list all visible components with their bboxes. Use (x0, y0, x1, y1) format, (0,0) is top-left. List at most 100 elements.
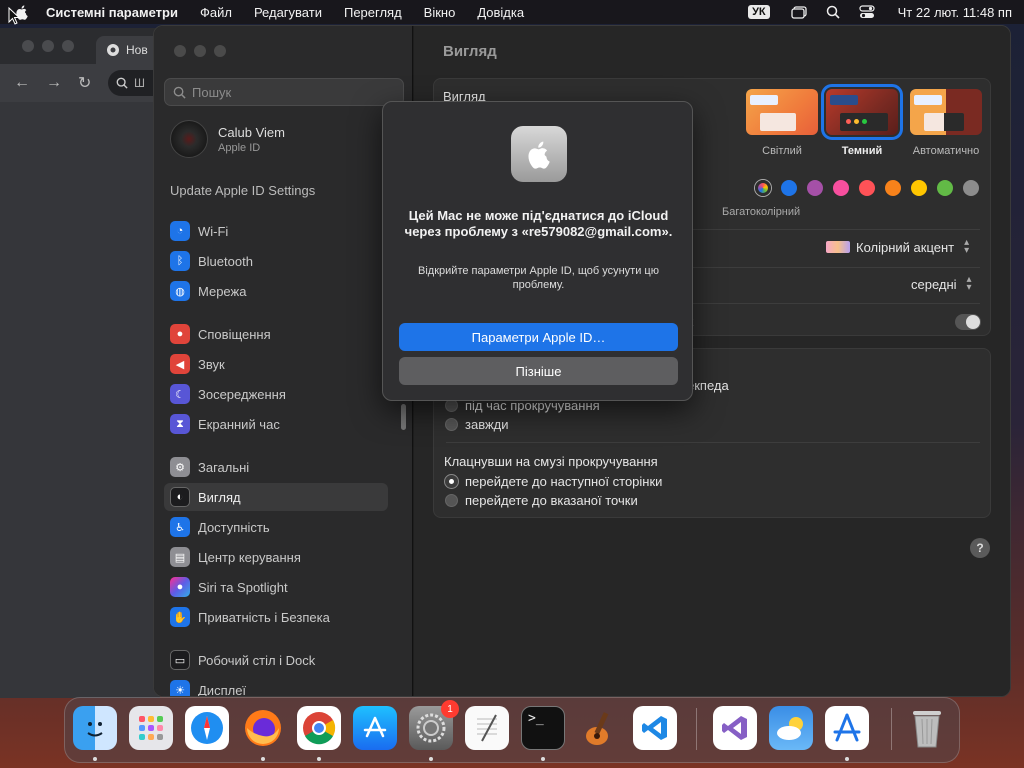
safari-icon[interactable] (185, 706, 229, 750)
chrome-tab-title: Нов (126, 43, 148, 57)
vscode-icon[interactable] (633, 706, 677, 750)
appearance-icon: ◐ (170, 487, 190, 507)
radio-button-selected (445, 475, 458, 488)
sidebar-item-displays[interactable]: ☀ Дисплеї (164, 676, 388, 697)
apple-id-account[interactable]: Calub Viem Apple ID (170, 120, 285, 158)
radio-label: перейдете до вказаної точки (465, 493, 638, 508)
chevron-updown-icon: ▴ ▾ (964, 237, 970, 256)
finder-icon[interactable] (73, 706, 117, 750)
visual-studio-icon[interactable] (713, 706, 757, 750)
sidebar-item-wifi[interactable]: ◔ Wi-Fi (164, 217, 388, 245)
sidebar-item-focus[interactable]: ☾ Зосередження (164, 380, 388, 408)
sidebar-item-label: Сповіщення (198, 326, 271, 342)
launchpad-icon[interactable] (129, 706, 173, 750)
menu-view[interactable]: Перегляд (344, 5, 402, 20)
sidebar-item-screen-time[interactable]: ⧗ Екранний час (164, 410, 388, 438)
accent-red-swatch[interactable] (859, 180, 875, 196)
chrome-minimize-button[interactable] (42, 40, 54, 52)
sidebar-item-label: Bluetooth (198, 253, 253, 269)
apple-logo-icon (511, 126, 567, 182)
system-settings-icon[interactable]: 1 (409, 700, 459, 750)
menu-help[interactable]: Довідка (477, 5, 524, 20)
sidebar-item-notifications[interactable]: ● Сповіщення (164, 320, 388, 348)
wallpaper-tinting-toggle[interactable] (955, 314, 981, 330)
update-apple-id-item[interactable]: Update Apple ID Settings 1 (170, 182, 398, 198)
radio-next-page[interactable]: перейдете до наступної сторінки (445, 474, 662, 489)
trash-icon[interactable] (905, 706, 949, 750)
back-arrow-icon[interactable]: ← (14, 74, 30, 92)
sidebar-scrollbar[interactable] (401, 404, 406, 430)
accent-orange-swatch[interactable] (885, 180, 901, 196)
sidebar-item-desktop-dock[interactable]: ▭ Робочий стіл і Dock (164, 646, 388, 674)
sidebar-item-general[interactable]: ⚙ Загальні (164, 453, 388, 481)
control-center-icon[interactable] (858, 5, 876, 19)
chevron-updown-icon: ▴ ▾ (966, 274, 972, 293)
sidebar-item-siri-spotlight[interactable]: ● Siri та Spotlight (164, 573, 388, 601)
window-minimize-button[interactable] (194, 45, 206, 57)
window-switcher-icon[interactable] (790, 5, 808, 19)
mouse-cursor-icon (8, 7, 20, 25)
theme-dark-thumbnail[interactable] (821, 84, 903, 140)
menu-window[interactable]: Вікно (424, 5, 456, 20)
textedit-icon[interactable] (465, 706, 509, 750)
terminal-icon[interactable]: >_ (521, 706, 565, 750)
wifi-icon: ◔ (170, 221, 190, 241)
later-button[interactable]: Пізніше (399, 357, 678, 385)
weather-icon[interactable] (769, 706, 813, 750)
chrome-icon[interactable] (297, 706, 341, 750)
control-center-icon: ▤ (170, 547, 190, 567)
sidebar-search-field[interactable]: Пошук (164, 78, 404, 106)
accent-blue-swatch[interactable] (781, 180, 797, 196)
theme-auto-thumbnail[interactable] (910, 89, 982, 135)
input-source-indicator[interactable]: УК (748, 5, 770, 19)
bluetooth-icon: ᛒ (170, 251, 190, 271)
app-store-icon[interactable] (353, 706, 397, 750)
chrome-zoom-button[interactable] (62, 40, 74, 52)
scrollbars-label-partial: екпеда (687, 378, 729, 393)
sidebar-item-label: Звук (198, 356, 225, 372)
running-indicator (93, 757, 97, 761)
theme-light-thumbnail[interactable] (746, 89, 818, 135)
gear-icon: ⚙ (170, 457, 190, 477)
highlight-color-popup[interactable]: Колірний акцент ▴ ▾ (826, 237, 973, 256)
accent-multicolor-swatch[interactable] (755, 180, 771, 196)
alert-message: Відкрийте параметри Apple ID, щоб усунут… (418, 265, 659, 291)
radio-clicked-spot[interactable]: перейдете до вказаної точки (445, 493, 638, 508)
menu-file[interactable]: Файл (200, 5, 232, 20)
sidebar-item-appearance[interactable]: ◐ Вигляд (164, 483, 388, 511)
instruments-icon[interactable] (825, 706, 869, 750)
sidebar-item-bluetooth[interactable]: ᛒ Bluetooth (164, 247, 388, 275)
chrome-tab[interactable]: Нов (96, 36, 160, 64)
chrome-close-button[interactable] (22, 40, 34, 52)
sidebar-item-privacy-security[interactable]: ✋ Приватність і Безпека (164, 603, 388, 631)
accent-pink-swatch[interactable] (833, 180, 849, 196)
menu-app-name[interactable]: Системні параметри (46, 5, 178, 20)
apple-id-settings-button[interactable]: Параметри Apple ID… (399, 323, 678, 351)
window-zoom-button[interactable] (214, 45, 226, 57)
sidebar-icon-size-popup[interactable]: середні ▴ ▾ (911, 274, 976, 293)
menu-clock[interactable]: Чт 22 лют. 11:48 пп (898, 5, 1012, 20)
accent-graphite-swatch[interactable] (963, 180, 979, 196)
spotlight-search-icon[interactable] (824, 5, 842, 19)
reload-icon[interactable]: ↻ (78, 73, 91, 93)
menu-edit[interactable]: Редагувати (254, 5, 322, 20)
sidebar-item-accessibility[interactable]: ♿ Доступність (164, 513, 388, 541)
help-button[interactable]: ? (970, 538, 990, 558)
dock: 1 >_ (64, 697, 960, 763)
forward-arrow-icon[interactable]: → (46, 74, 62, 92)
sidebar-item-sound[interactable]: ◀ Звук (164, 350, 388, 378)
sidebar-item-label: Мережа (198, 283, 247, 299)
firefox-icon[interactable] (241, 706, 285, 750)
radio-always[interactable]: завжди (445, 417, 509, 432)
garageband-icon[interactable] (577, 706, 621, 750)
window-close-button[interactable] (174, 45, 186, 57)
sidebar-item-label: Екранний час (198, 416, 280, 432)
accent-yellow-swatch[interactable] (911, 180, 927, 196)
accent-green-swatch[interactable] (937, 180, 953, 196)
sidebar-item-control-center[interactable]: ▤ Центр керування (164, 543, 388, 571)
sidebar-item-label: Дисплеї (198, 682, 247, 697)
accent-purple-swatch[interactable] (807, 180, 823, 196)
sidebar-item-network[interactable]: ◍ Мережа (164, 277, 388, 305)
user-subtitle: Apple ID (218, 141, 261, 154)
running-indicator (261, 757, 265, 761)
